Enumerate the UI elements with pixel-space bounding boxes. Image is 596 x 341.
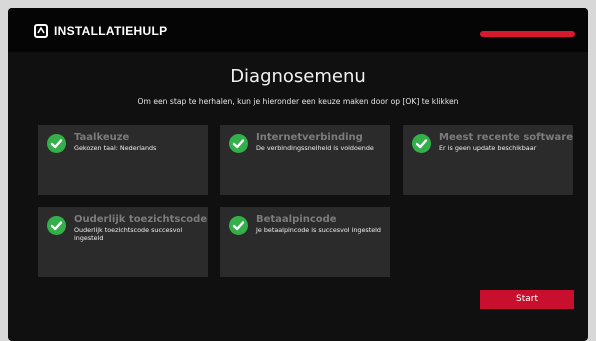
step-card-taalkeuze[interactable]: Taalkeuze Gekozen taal: Nederlands (38, 125, 208, 195)
step-title: Betaalpincode (256, 214, 337, 225)
step-description: Er is geen update beschikbaar (439, 144, 537, 152)
step-card-internetverbinding[interactable]: Internetverbinding De verbindingssnelhei… (220, 125, 390, 195)
step-title: Meest recente software (439, 132, 573, 143)
step-description: Ouderlijk toezichtscode succesvol ingest… (74, 226, 183, 242)
page-title: Diagnosemenu (230, 66, 366, 87)
check-circle-icon (47, 216, 66, 235)
step-description: De verbindingssnelheid is voldoende (256, 144, 374, 152)
step-card-betaalpincode[interactable]: Betaalpincode Je betaalpincode is succes… (220, 207, 390, 277)
page-subtitle: Om een stap te herhalen, kun je hieronde… (137, 97, 459, 106)
check-circle-icon (412, 134, 431, 153)
app-title: INSTALLATIEHULP (54, 24, 168, 38)
check-circle-icon (229, 134, 248, 153)
progress-bar (480, 31, 575, 37)
step-card-software[interactable]: Meest recente software Er is geen update… (403, 125, 573, 195)
app-logo: INSTALLATIEHULP (34, 24, 167, 38)
step-description: Je betaalpincode is succesvol ingesteld (256, 226, 381, 234)
step-title: Taalkeuze (74, 132, 130, 143)
start-button[interactable]: Start (480, 290, 574, 309)
tv-screen: INSTALLATIEHULP Diagnosemenu Om een stap… (8, 8, 588, 341)
step-title: Internetverbinding (256, 132, 363, 143)
header-bar: INSTALLATIEHULP (8, 8, 588, 52)
progress-fill (480, 31, 575, 37)
check-circle-icon (229, 216, 248, 235)
step-description: Gekozen taal: Nederlands (74, 144, 157, 152)
step-card-ouderlijk-toezicht[interactable]: Ouderlijk toezichtscode Ouderlijk toezic… (38, 207, 208, 277)
installation-badge-icon (34, 24, 48, 38)
step-title: Ouderlijk toezichtscode (74, 214, 208, 225)
check-circle-icon (47, 134, 66, 153)
